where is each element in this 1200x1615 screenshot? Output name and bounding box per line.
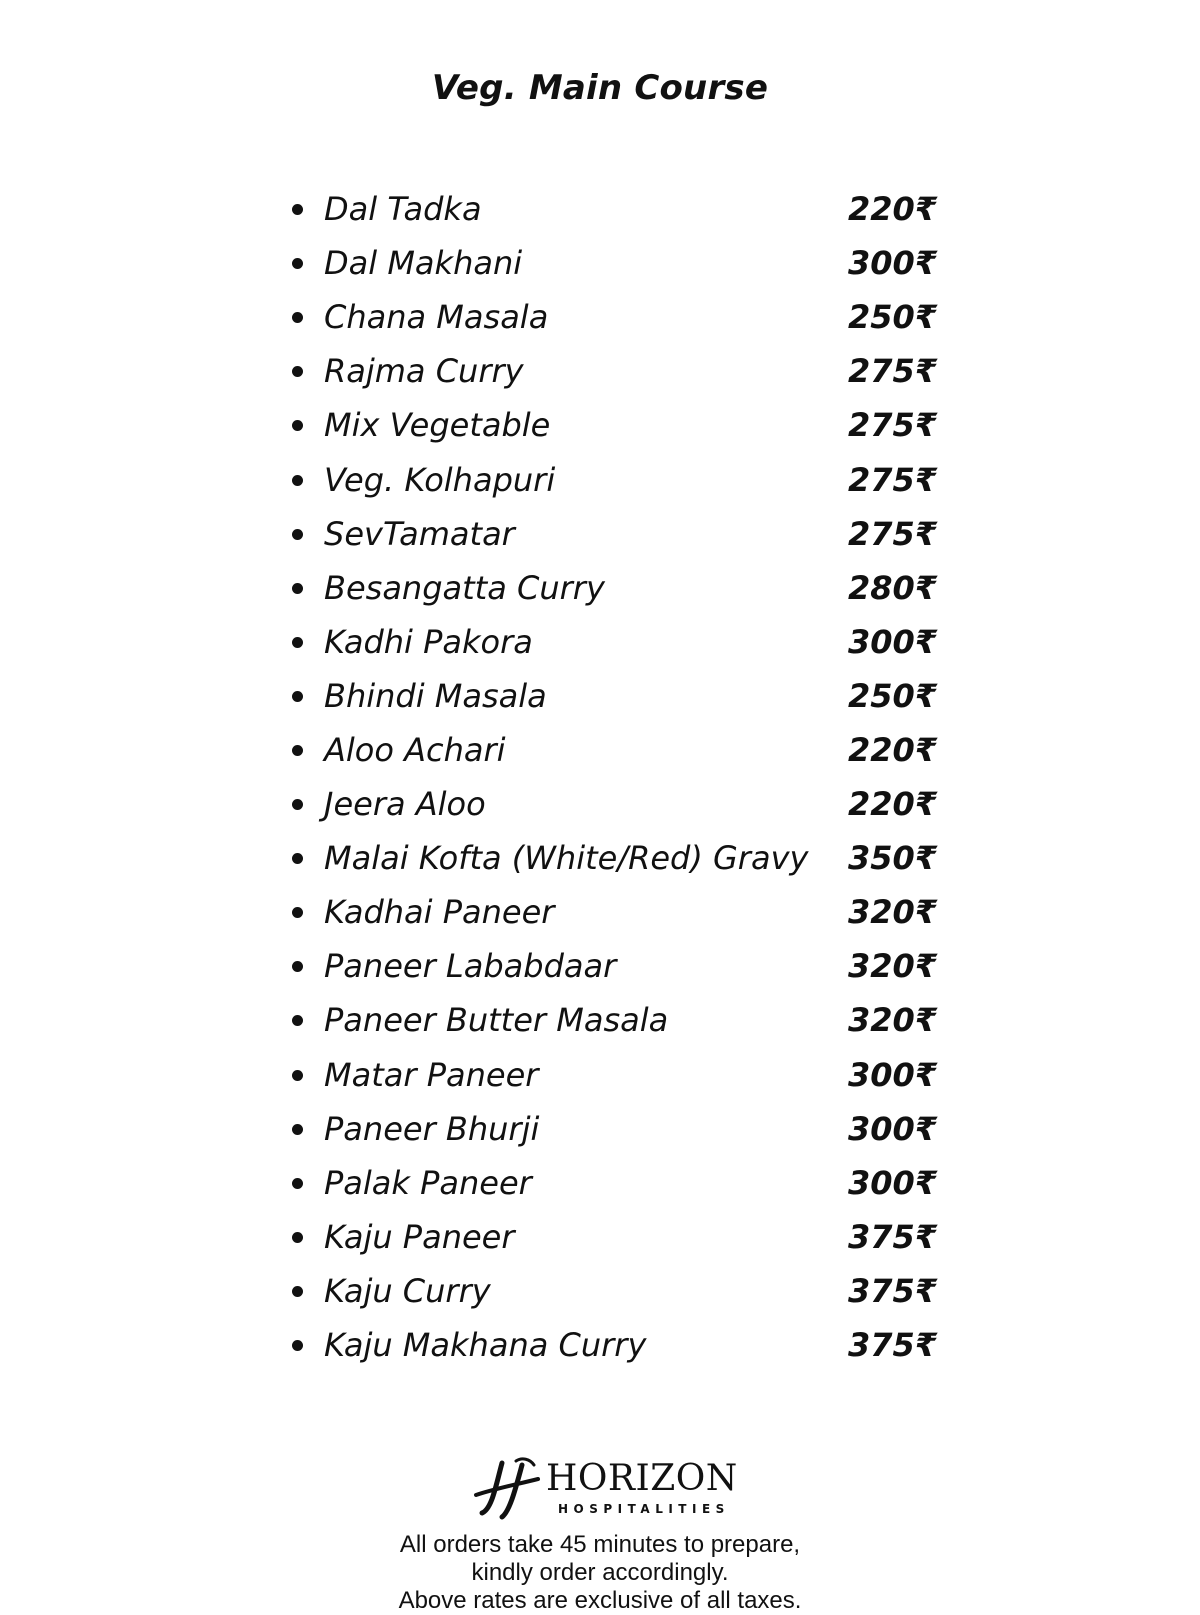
item-price: 350₹ xyxy=(848,839,938,878)
logo-subtitle: HOSPITALITIES xyxy=(558,1502,730,1516)
item-name: Bhindi Masala xyxy=(324,676,547,715)
item-price: 275₹ xyxy=(848,406,938,445)
bullet-icon xyxy=(292,1285,303,1297)
item-price: 280₹ xyxy=(848,568,938,607)
item-name: Paneer Butter Masala xyxy=(324,1001,669,1040)
item-price: 375₹ xyxy=(848,1271,938,1310)
horizon-logo: HORIZON HOSPITALITIES xyxy=(472,1455,742,1525)
item-name: SevTamatar xyxy=(324,514,515,553)
item-price: 275₹ xyxy=(848,352,938,391)
bullet-icon xyxy=(292,1231,303,1243)
bullet-icon xyxy=(292,312,303,324)
item-name: Paneer Lababdaar xyxy=(324,947,617,986)
menu-item: Dal Makhani 300₹ xyxy=(288,236,948,290)
item-price: 300₹ xyxy=(848,622,938,661)
menu-list: Dal Tadka 220₹ Dal Makhani 300₹ Chana Masa… xyxy=(288,182,948,1372)
item-price: 250₹ xyxy=(848,676,938,715)
item-name: Kaju Paneer xyxy=(324,1217,515,1256)
bullet-icon xyxy=(292,366,303,378)
bullet-icon xyxy=(292,1069,303,1081)
menu-item: Rajma Curry 275₹ xyxy=(288,344,948,398)
item-name: Rajma Curry xyxy=(324,352,524,391)
item-price: 300₹ xyxy=(848,1109,938,1148)
item-name: Aloo Achari xyxy=(324,730,506,769)
item-price: 375₹ xyxy=(848,1217,938,1256)
menu-item: Aloo Achari 220₹ xyxy=(288,723,948,777)
note-line: All orders take 45 minutes to prepare, xyxy=(399,1531,801,1558)
item-price: 220₹ xyxy=(848,190,938,229)
bullet-icon xyxy=(292,474,303,486)
item-name: Mix Vegetable xyxy=(324,406,551,445)
menu-item: Matar Paneer 300₹ xyxy=(288,1048,948,1102)
menu-item: SevTamatar 275₹ xyxy=(288,507,948,561)
item-price: 300₹ xyxy=(848,244,938,283)
item-name: Paneer Bhurji xyxy=(324,1109,540,1148)
item-name: Veg. Kolhapuri xyxy=(324,460,556,499)
menu-item: Kadhi Pakora 300₹ xyxy=(288,615,948,669)
item-price: 220₹ xyxy=(848,730,938,769)
item-name: Kaju Makhana Curry xyxy=(324,1326,647,1365)
item-name: Palak Paneer xyxy=(324,1163,532,1202)
bullet-icon xyxy=(292,961,303,973)
bullet-icon xyxy=(292,420,303,432)
menu-item: Paneer Butter Masala 320₹ xyxy=(288,993,948,1047)
item-price: 320₹ xyxy=(848,893,938,932)
item-name: Malai Kofta (White/Red) Gravy xyxy=(324,839,809,878)
item-name: Besangatta Curry xyxy=(324,568,605,607)
item-name: Kadhai Paneer xyxy=(324,893,555,932)
item-name: Chana Masala xyxy=(324,298,549,337)
bullet-icon xyxy=(292,1340,303,1352)
menu-item: Paneer Lababdaar 320₹ xyxy=(288,939,948,993)
item-price: 275₹ xyxy=(848,460,938,499)
menu-item: Kaju Makhana Curry 375₹ xyxy=(288,1318,948,1372)
menu-item: Bhindi Masala 250₹ xyxy=(288,669,948,723)
item-price: 320₹ xyxy=(848,1001,938,1040)
menu-item: Kaju Paneer 375₹ xyxy=(288,1210,948,1264)
bullet-icon xyxy=(292,744,303,756)
bullet-icon xyxy=(292,1177,303,1189)
item-price: 300₹ xyxy=(848,1163,938,1202)
item-name: Dal Makhani xyxy=(324,244,523,283)
menu-item: Paneer Bhurji 300₹ xyxy=(288,1102,948,1156)
menu-item: Mix Vegetable 275₹ xyxy=(288,398,948,452)
bullet-icon xyxy=(292,853,303,865)
bullet-icon xyxy=(292,1123,303,1135)
item-name: Kaju Curry xyxy=(324,1271,491,1310)
item-name: Kadhi Pakora xyxy=(324,622,533,661)
item-price: 275₹ xyxy=(848,514,938,553)
menu-item: Jeera Aloo 220₹ xyxy=(288,777,948,831)
menu-item: Palak Paneer 300₹ xyxy=(288,1156,948,1210)
item-price: 320₹ xyxy=(848,947,938,986)
horizon-logo-mark-icon xyxy=(474,1457,540,1520)
menu-item: Veg. Kolhapuri 275₹ xyxy=(288,452,948,506)
menu-title: Veg. Main Course xyxy=(431,68,769,108)
menu-item: Dal Tadka 220₹ xyxy=(288,182,948,236)
bullet-icon xyxy=(292,258,303,270)
menu-item: Malai Kofta (White/Red) Gravy 350₹ xyxy=(288,831,948,885)
bullet-icon xyxy=(292,799,303,811)
note-line: kindly order accordingly. xyxy=(471,1559,729,1586)
bullet-icon xyxy=(292,1015,303,1027)
bullet-icon xyxy=(292,636,303,648)
footer-notes: All orders take 45 minutes to prepare, k… xyxy=(0,1531,1200,1615)
menu-item: Besangatta Curry 280₹ xyxy=(288,561,948,615)
menu-item: Kadhai Paneer 320₹ xyxy=(288,885,948,939)
item-price: 300₹ xyxy=(848,1055,938,1094)
bullet-icon xyxy=(292,907,303,919)
logo-name: HORIZON xyxy=(546,1458,738,1499)
bullet-icon xyxy=(292,528,303,540)
menu-item: Kaju Curry 375₹ xyxy=(288,1264,948,1318)
item-price: 375₹ xyxy=(848,1326,938,1365)
note-line: Above rates are exclusive of all taxes. xyxy=(398,1587,802,1614)
item-name: Jeera Aloo xyxy=(324,785,486,824)
item-name: Dal Tadka xyxy=(324,190,482,229)
bullet-icon xyxy=(292,204,303,216)
item-name: Matar Paneer xyxy=(324,1055,539,1094)
bullet-icon xyxy=(292,690,303,702)
item-price: 250₹ xyxy=(848,298,938,337)
item-price: 220₹ xyxy=(848,785,938,824)
menu-item: Chana Masala 250₹ xyxy=(288,290,948,344)
bullet-icon xyxy=(292,582,303,594)
